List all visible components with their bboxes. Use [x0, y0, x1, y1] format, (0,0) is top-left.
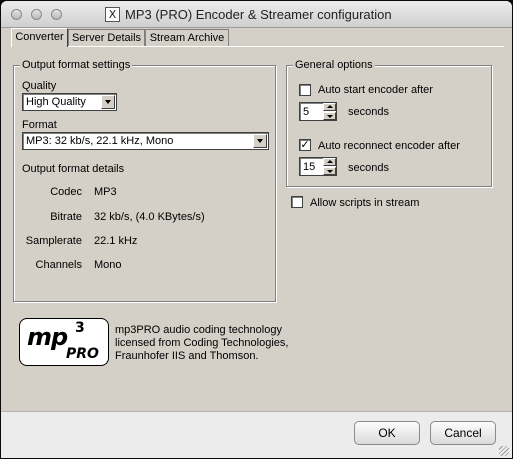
tab-panel-edge [11, 46, 504, 47]
dialog-window: X MP3 (PRO) Encoder & Streamer configura… [1, 1, 512, 458]
channels-key: Channels [35, 259, 82, 271]
allow-scripts-checkbox[interactable] [291, 196, 303, 208]
zoom-icon[interactable] [51, 9, 62, 20]
ok-button[interactable]: OK [354, 421, 420, 445]
cancel-button[interactable]: Cancel [430, 421, 496, 445]
format-value: MP3: 32 kb/s, 22.1 kHz, Mono [26, 135, 174, 147]
details-label: Output format details [22, 163, 125, 175]
mp3pro-logo: mp 3 PRO [19, 318, 109, 366]
stepper-buttons [323, 103, 336, 120]
bitrate-value: 32 kb/s, (4.0 KBytes/s) [94, 211, 205, 223]
chevron-down-icon[interactable] [253, 134, 267, 148]
auto-reconnect-checkbox[interactable]: ✓ [299, 139, 311, 151]
format-label: Format [22, 119, 57, 131]
stepper-down-icon[interactable] [323, 167, 336, 175]
general-options-legend: General options [293, 59, 375, 71]
format-select[interactable]: MP3: 32 kb/s, 22.1 kHz, Mono [22, 132, 269, 150]
license-line: licensed from Coding Technologies, [115, 337, 289, 349]
bitrate-key: Bitrate [50, 211, 82, 223]
auto-reconnect-seconds-value: 15 [303, 161, 316, 173]
resize-grip-icon[interactable] [499, 446, 509, 456]
auto-reconnect-unit: seconds [348, 162, 389, 174]
logo-text-sup: 3 [75, 320, 85, 336]
license-line: Fraunhofer IIS and Thomson. [115, 350, 259, 362]
minimize-icon[interactable] [31, 9, 42, 20]
auto-start-unit: seconds [348, 106, 389, 118]
window-title: MP3 (PRO) Encoder & Streamer configurati… [125, 7, 392, 22]
auto-start-seconds-stepper[interactable]: 5 [299, 102, 337, 121]
auto-reconnect-label: Auto reconnect encoder after [318, 140, 460, 152]
stepper-up-icon[interactable] [323, 103, 336, 111]
logo-text-pro: PRO [66, 346, 99, 362]
output-format-legend: Output format settings [20, 59, 133, 71]
auto-reconnect-seconds-stepper[interactable]: 15 [299, 157, 337, 176]
allow-scripts-label: Allow scripts in stream [310, 197, 420, 209]
tab-converter[interactable]: Converter [11, 28, 68, 47]
quality-select[interactable]: High Quality [22, 93, 117, 111]
quality-value: High Quality [26, 96, 86, 108]
checkmark-icon: ✓ [300, 138, 310, 151]
samplerate-value: 22.1 kHz [94, 235, 138, 247]
title-bar: X MP3 (PRO) Encoder & Streamer configura… [1, 1, 512, 28]
license-line: mp3PRO audio coding technology [115, 324, 282, 336]
codec-value: MP3 [94, 186, 117, 198]
auto-start-label: Auto start encoder after [318, 84, 433, 96]
samplerate-key: Samplerate [25, 235, 82, 247]
stepper-down-icon[interactable] [323, 112, 336, 120]
codec-key: Codec [50, 186, 82, 198]
tab-stream-archive[interactable]: Stream Archive [145, 29, 229, 46]
auto-start-seconds-value: 5 [303, 106, 310, 118]
button-bar: OK Cancel [1, 411, 512, 458]
close-icon[interactable] [11, 9, 22, 20]
chevron-down-icon[interactable] [101, 95, 115, 109]
stepper-buttons [323, 158, 336, 175]
quality-label: Quality [22, 80, 57, 92]
license-text: mp3PRO audio coding technology licensed … [115, 324, 305, 363]
auto-start-checkbox[interactable] [299, 84, 311, 96]
stepper-up-icon[interactable] [323, 158, 336, 166]
channels-value: Mono [94, 259, 122, 271]
tab-server-details[interactable]: Server Details [68, 29, 145, 46]
x11-app-icon: X [105, 7, 120, 22]
logo-text-main: mp [27, 323, 68, 351]
